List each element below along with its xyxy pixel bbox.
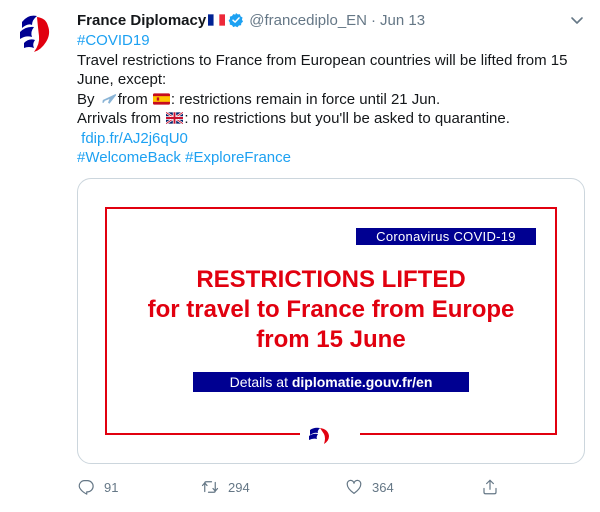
tweet-header: France Diplomacy @francediplo_EN · Jun 1… bbox=[77, 10, 577, 30]
short-link[interactable]: fdip.fr/AJ2j6qU0 bbox=[81, 130, 188, 147]
separator-dot: · bbox=[371, 11, 377, 29]
marianne-logo-icon bbox=[10, 8, 60, 58]
card-headline: RESTRICTIONS LIFTED for travel to France… bbox=[108, 265, 554, 355]
verified-badge-icon bbox=[228, 13, 244, 28]
user-handle[interactable]: @francediplo_EN bbox=[249, 12, 367, 29]
hashtag-welcomeback[interactable]: #WelcomeBack bbox=[77, 149, 181, 166]
hashtag-covid19[interactable]: #COVID19 bbox=[77, 32, 150, 49]
covid-badge: Coronavirus COVID-19 bbox=[356, 228, 536, 245]
text-segment: By bbox=[77, 90, 99, 108]
reply-icon bbox=[78, 480, 94, 495]
timestamp[interactable]: Jun 13 bbox=[380, 12, 425, 29]
reply-count: 91 bbox=[104, 479, 119, 495]
tweet-text: #COVID19 Travel restrictions to France f… bbox=[77, 31, 582, 168]
retweet-icon bbox=[201, 481, 219, 493]
media-card-image[interactable]: Coronavirus COVID-19 RESTRICTIONS LIFTED… bbox=[77, 178, 585, 464]
details-prefix: Details at bbox=[229, 374, 292, 390]
reply-button[interactable]: 91 bbox=[77, 476, 118, 498]
like-button[interactable]: 364 bbox=[345, 476, 394, 498]
headline-line: RESTRICTIONS LIFTED bbox=[196, 266, 466, 293]
details-bar: Details at diplomatie.gouv.fr/en bbox=[193, 372, 469, 392]
uk-flag-icon bbox=[166, 111, 184, 125]
hashtag-explorefrance[interactable]: #ExploreFrance bbox=[185, 149, 291, 166]
share-icon bbox=[483, 479, 497, 495]
text-segment: : no restrictions but you'll be asked to… bbox=[184, 110, 510, 127]
marianne-emblem-icon bbox=[300, 424, 360, 446]
text-line: Travel restrictions to France from Europ… bbox=[77, 51, 568, 69]
details-link: diplomatie.gouv.fr/en bbox=[291, 374, 433, 390]
tweet[interactable]: France Diplomacy @francediplo_EN · Jun 1… bbox=[0, 0, 600, 512]
spain-flag-icon bbox=[152, 92, 170, 105]
tweet-actions: 91 294 364 bbox=[77, 476, 577, 498]
airplane-icon bbox=[100, 93, 116, 104]
share-button[interactable] bbox=[481, 476, 508, 498]
heart-icon bbox=[346, 479, 362, 494]
retweet-count: 294 bbox=[228, 479, 250, 495]
text-segment: from bbox=[117, 90, 152, 108]
display-name[interactable]: France Diplomacy bbox=[77, 12, 206, 29]
retweet-button[interactable]: 294 bbox=[201, 476, 250, 498]
france-flag-icon bbox=[208, 14, 226, 26]
text-segment: : restrictions remain in force until 21 … bbox=[170, 90, 441, 108]
like-count: 364 bbox=[372, 479, 394, 495]
headline-line: from 15 June bbox=[256, 326, 406, 353]
avatar[interactable] bbox=[10, 8, 60, 58]
text-segment: Arrivals from bbox=[77, 110, 166, 127]
headline-line: for travel to France from Europe bbox=[147, 296, 515, 323]
text-line: June, except: bbox=[77, 71, 167, 88]
chevron-down-icon[interactable] bbox=[567, 10, 587, 30]
